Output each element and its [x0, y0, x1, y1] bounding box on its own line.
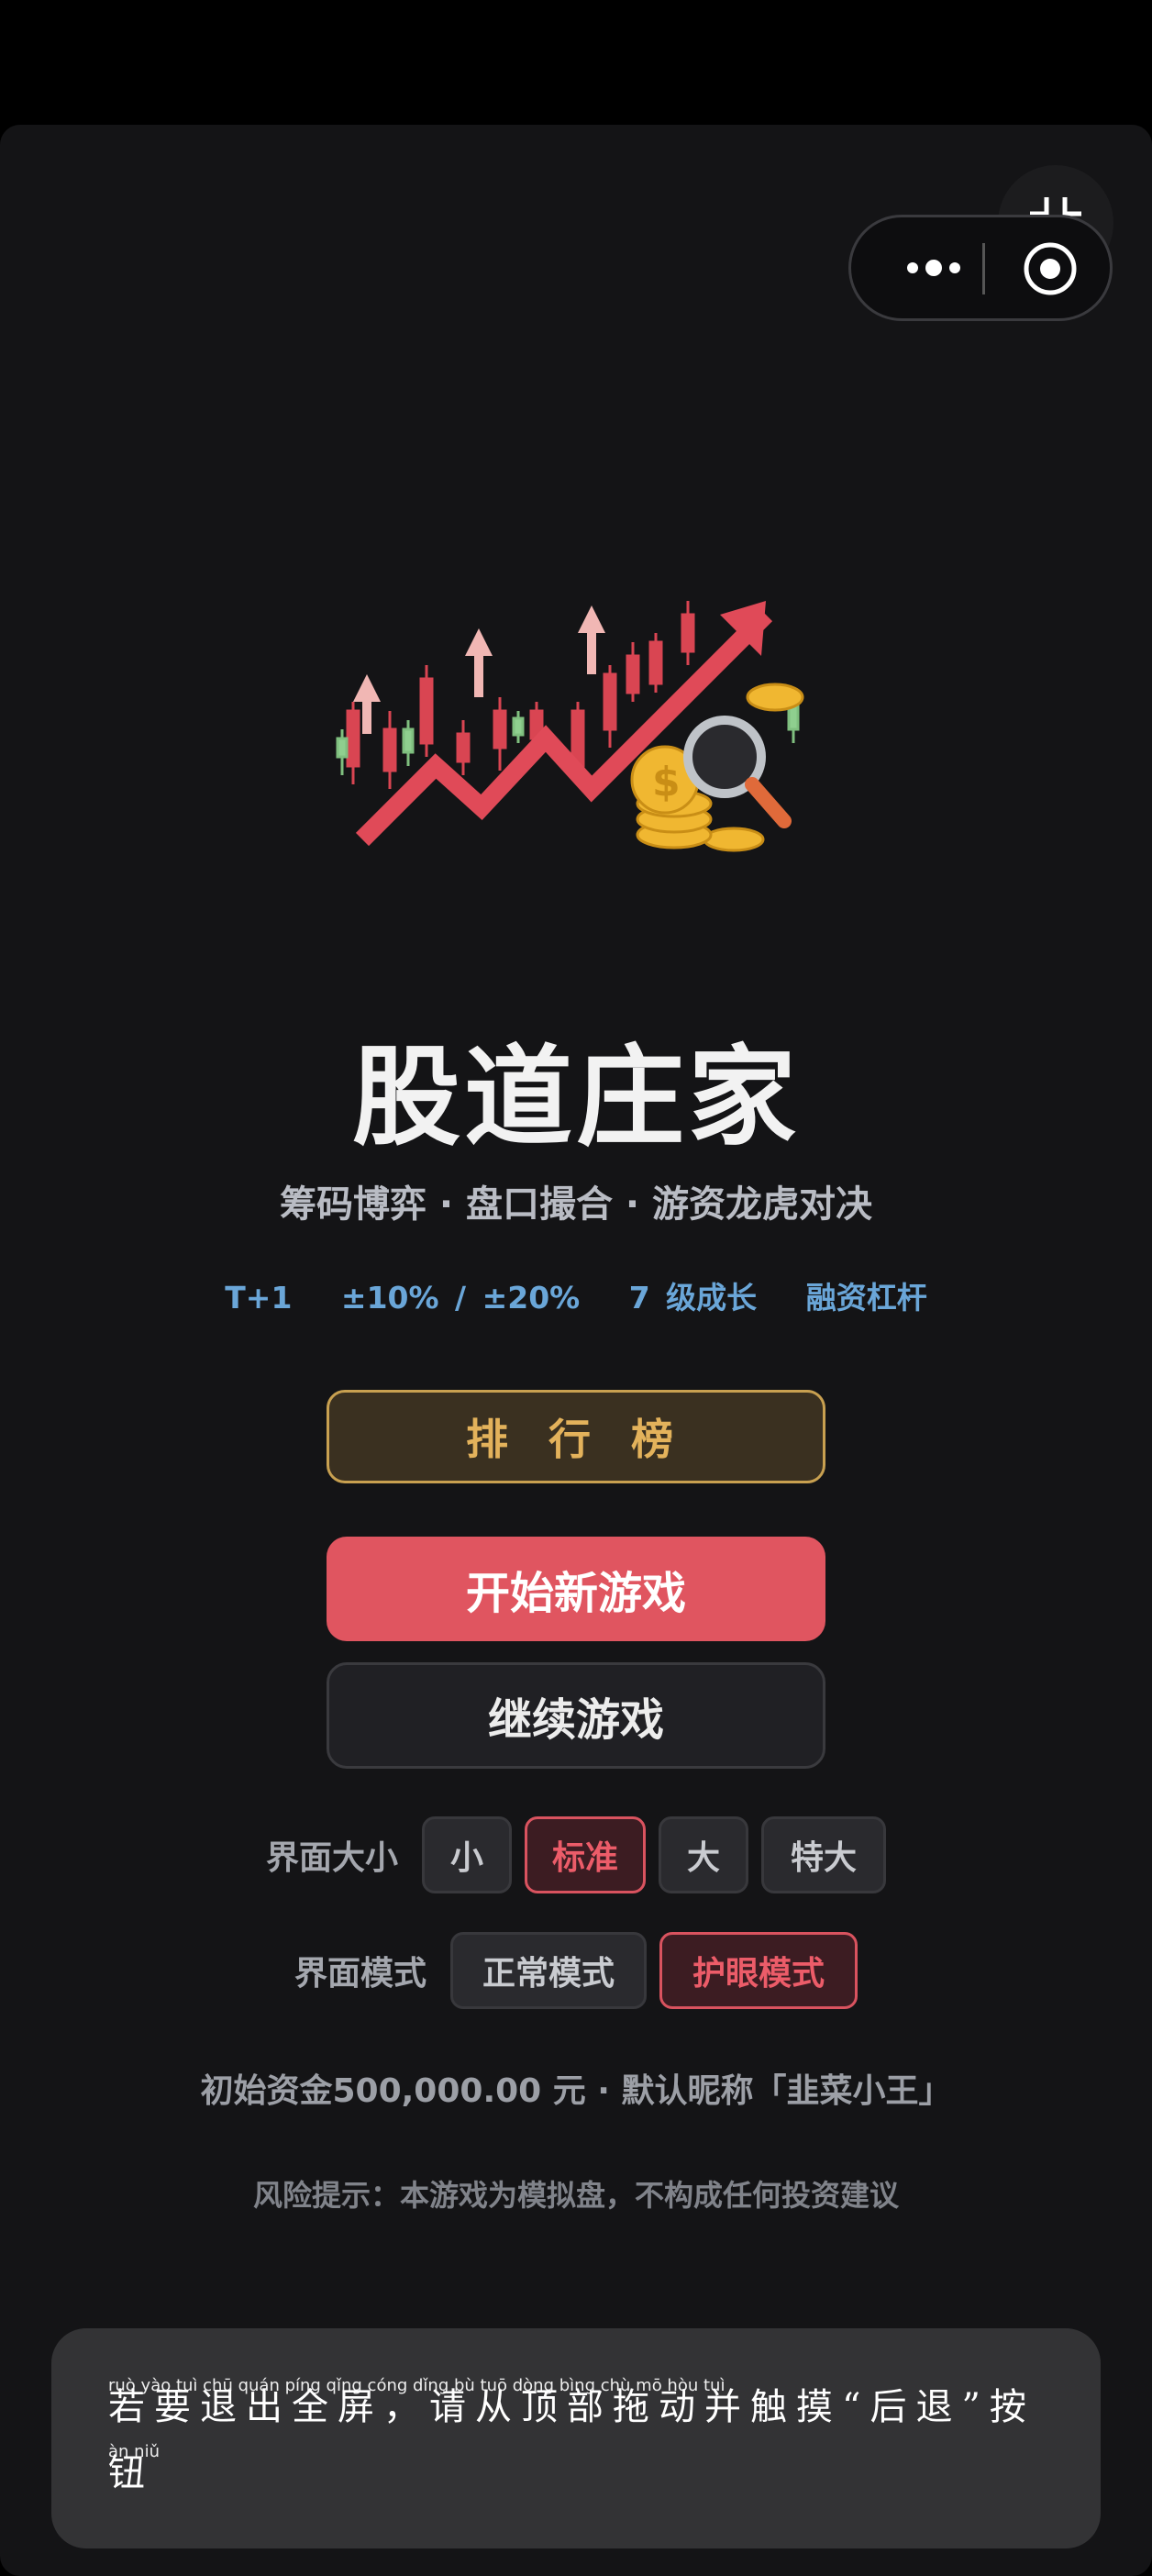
- mini-program-capsule: [848, 215, 1113, 321]
- size-option-small[interactable]: 小: [422, 1816, 512, 1893]
- ui-mode-label: 界面模式: [294, 1955, 426, 1993]
- ui-size-label: 界面大小: [265, 1839, 398, 1877]
- ui-size-selector: 界面大小 小 标准 大 特大: [0, 1816, 1152, 1893]
- fullscreen-toast: ruò yào tuì chū quán píng qǐng cóng dǐng…: [51, 2328, 1101, 2548]
- feature-tag: 融资杠杆: [805, 1280, 927, 1316]
- app-title: 股道庄家: [351, 1034, 800, 1160]
- size-option-large[interactable]: 大: [659, 1816, 748, 1893]
- feature-tags: T+1 ±10% / ±20% 7 级成长 融资杠杆: [0, 1273, 1152, 1317]
- continue-game-button[interactable]: 继续游戏: [327, 1662, 825, 1769]
- size-option-standard[interactable]: 标准: [525, 1816, 646, 1893]
- leaderboard-button[interactable]: 排 行 榜: [327, 1390, 825, 1483]
- app-subtitle: 筹码博弈 · 盘口撮合 · 游资龙虎对决: [279, 1183, 873, 1226]
- svg-text:$: $: [652, 759, 681, 805]
- risk-warning: 风险提示：本游戏为模拟盘，不构成任何投资建议: [252, 2178, 899, 2213]
- stock-chart-logo: $: [335, 592, 812, 858]
- mode-option-eye-care[interactable]: 护眼模式: [659, 1932, 858, 2009]
- new-game-button[interactable]: 开始新游戏: [327, 1537, 825, 1641]
- ui-mode-selector: 界面模式 正常模式 护眼模式: [0, 1932, 1152, 2009]
- feature-tag: T+1: [225, 1280, 293, 1316]
- capsule-divider: [982, 243, 985, 294]
- feature-tag: 7 级成长: [628, 1280, 758, 1316]
- initial-funds-info: 初始资金500,000.00 元 · 默认昵称「韭菜小王」: [200, 2072, 952, 2110]
- mode-option-normal[interactable]: 正常模式: [450, 1932, 647, 2009]
- size-option-xlarge[interactable]: 特大: [761, 1816, 886, 1893]
- more-dots-icon[interactable]: [888, 217, 980, 318]
- feature-tag: ±10% / ±20%: [340, 1280, 581, 1316]
- toast-message: 若要退出全屏，请从顶部拖动并触摸“后退”按钮: [108, 2386, 1036, 2494]
- close-target-icon[interactable]: [1021, 239, 1080, 298]
